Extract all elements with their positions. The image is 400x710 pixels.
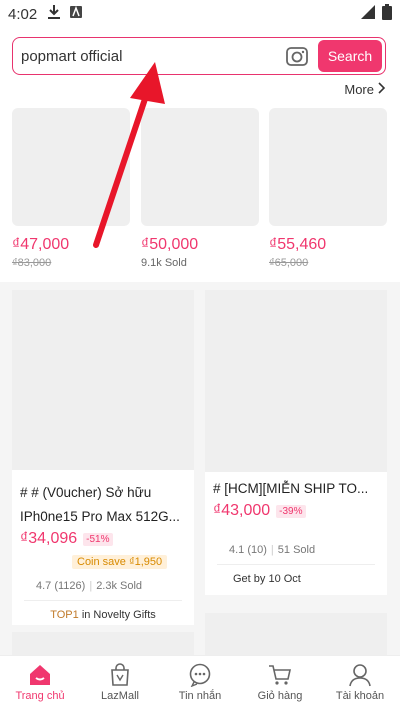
top-rank-label: TOP1 xyxy=(50,609,79,621)
nav-account-label: Tài khoản xyxy=(335,690,385,702)
product-image xyxy=(12,290,194,470)
nav-account[interactable]: Tài khoản xyxy=(320,656,400,710)
product-price: ₫47,000 xyxy=(12,236,70,253)
product-price: ₫34,096 xyxy=(20,530,78,547)
top-products-row: ₫47,000 ₫83,000 ₫50,000 9.1k Sold ₫55,46… xyxy=(12,108,388,278)
sold-count: 9.1k Sold xyxy=(141,257,187,269)
product-image xyxy=(269,108,387,226)
delivery-estimate: Get by 10 Oct xyxy=(233,573,301,585)
ranking-tag[interactable]: TOP1 in Novelty Gifts xyxy=(12,609,194,621)
camera-search-icon[interactable] xyxy=(284,45,310,67)
product-title: # # (V0ucher) Sở hữu xyxy=(20,485,152,500)
product-card[interactable]: # [HCM][MIỄN SHIP TO... ₫43,000 -39% 4.1… xyxy=(205,290,387,595)
nav-lazmall-label: LazMall xyxy=(101,690,139,702)
product-rating: 4.1 (10) xyxy=(229,544,267,556)
nav-lazmall[interactable]: LazMall xyxy=(80,656,160,710)
lazmall-bag-icon xyxy=(107,663,133,687)
cart-icon xyxy=(267,663,293,687)
nav-cart-label: Giỏ hàng xyxy=(257,690,303,702)
top-product-card[interactable]: ₫50,000 9.1k Sold xyxy=(141,108,259,269)
signal-icon xyxy=(360,4,376,24)
product-price: ₫55,460 xyxy=(269,236,327,253)
rating-separator: | xyxy=(270,544,274,556)
original-price: ₫65,000 xyxy=(269,257,309,269)
product-title: # [HCM][MIỄN SHIP TO... xyxy=(213,481,369,496)
nav-messages-label: Tin nhắn xyxy=(178,690,222,702)
product-image xyxy=(12,632,194,655)
product-image xyxy=(205,290,387,472)
product-price: ₫50,000 xyxy=(141,236,199,253)
nav-cart[interactable]: Giỏ hàng xyxy=(240,656,320,710)
rating-separator: | xyxy=(89,580,93,592)
app-notification-icon xyxy=(69,5,83,23)
download-icon xyxy=(47,4,61,24)
coin-save-badge: Coin save ₫1,950 xyxy=(72,555,168,569)
nav-home-label: Trang chủ xyxy=(15,690,65,702)
account-icon xyxy=(347,663,373,687)
nav-messages[interactable]: Tin nhắn xyxy=(160,656,240,710)
product-rating: 4.7 (1126) xyxy=(36,580,86,592)
more-link[interactable]: More xyxy=(344,82,386,97)
product-image xyxy=(205,613,387,655)
status-time: 4:02 xyxy=(8,5,38,23)
search-bar[interactable]: Search xyxy=(12,37,386,75)
product-card-partial[interactable] xyxy=(12,632,194,655)
rank-category: in Novelty Gifts xyxy=(81,609,156,621)
bottom-navigation: Trang chủ LazMall Tin nhắn Giỏ hàng Tài … xyxy=(0,655,400,710)
battery-icon xyxy=(382,4,392,24)
original-price: ₫83,000 xyxy=(12,257,52,269)
message-icon xyxy=(187,663,213,687)
chevron-right-icon xyxy=(378,82,386,97)
search-button[interactable]: Search xyxy=(318,40,382,72)
search-input[interactable] xyxy=(21,47,284,65)
sold-count: 51 Sold xyxy=(277,544,316,556)
product-image xyxy=(141,108,259,226)
product-card-partial[interactable] xyxy=(205,613,387,655)
nav-home[interactable]: Trang chủ xyxy=(0,656,80,710)
product-card[interactable]: # # (V0ucher) Sở hữu IPh0ne15 Pro Max 51… xyxy=(12,290,194,625)
product-price: ₫43,000 xyxy=(213,502,271,519)
status-bar: 4:02 xyxy=(0,0,400,28)
discount-badge: -39% xyxy=(276,504,306,518)
product-title-line2: IPh0ne15 Pro Max 512G... xyxy=(20,509,180,524)
card-divider xyxy=(24,600,182,601)
more-label: More xyxy=(344,82,374,97)
discount-badge: -51% xyxy=(83,532,113,546)
sold-count: 2.3k Sold xyxy=(96,580,143,592)
product-image xyxy=(12,108,130,226)
card-divider xyxy=(217,564,375,565)
top-product-card[interactable]: ₫47,000 ₫83,000 xyxy=(12,108,130,269)
top-product-card[interactable]: ₫55,460 ₫65,000 xyxy=(269,108,387,269)
home-icon xyxy=(27,663,53,687)
section-divider xyxy=(0,282,400,290)
